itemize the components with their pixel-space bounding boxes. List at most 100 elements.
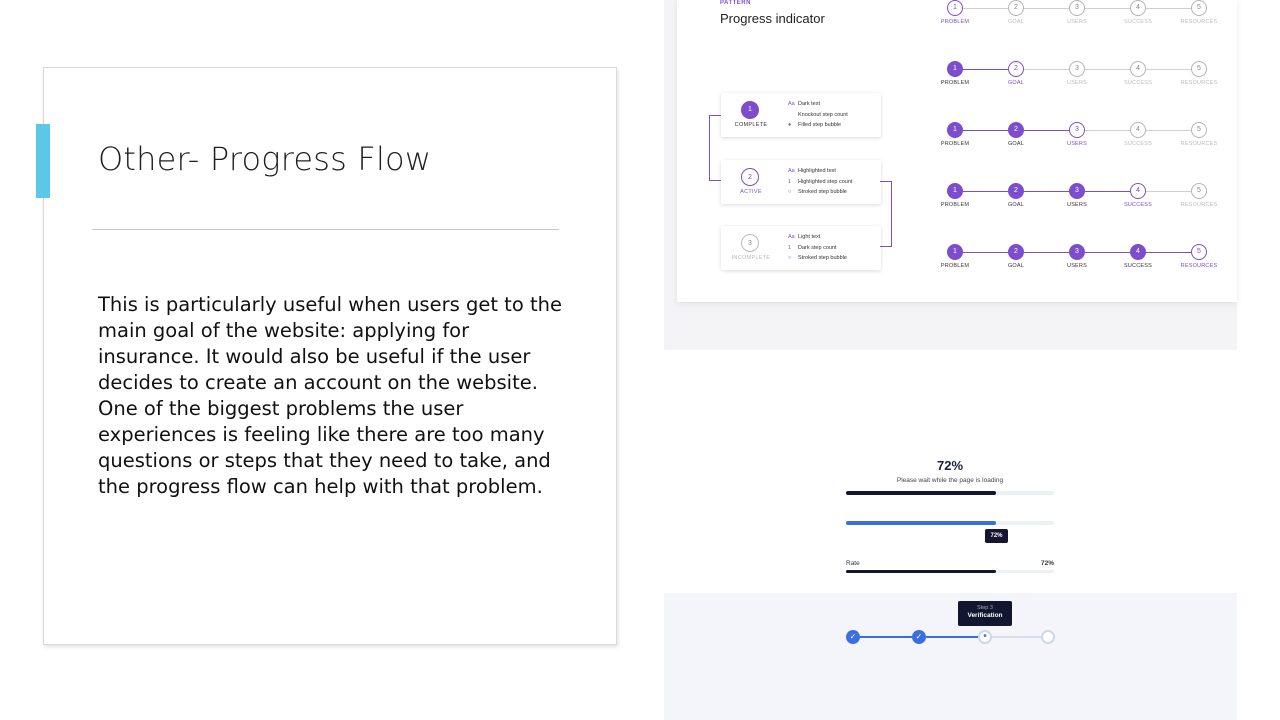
legend-marker: ○ <box>788 189 792 195</box>
legend-complete: 1 COMPLETE Aa Dark text Knockout step count ●… <box>721 93 881 137</box>
step-label: SUCCESS <box>1124 80 1152 86</box>
legend-step-bubble: 3 <box>741 234 759 252</box>
step-label: PROBLEM <box>940 202 970 208</box>
step-resources: 5 RESOURCES <box>1179 183 1219 208</box>
accent-bar <box>36 124 50 198</box>
step-resources: 5 RESOURCES <box>1179 122 1219 147</box>
step-users: 3 USERS <box>1057 122 1097 147</box>
step-label: GOAL <box>1007 202 1025 208</box>
step-bubble: 3 <box>1069 183 1085 199</box>
step-resources: 5 RESOURCES <box>1179 61 1219 86</box>
step-label: PROBLEM <box>940 263 970 269</box>
step-bubble: 3 <box>1069 61 1085 77</box>
legend-state-label: INCOMPLETE <box>731 255 771 261</box>
rate-bar <box>846 570 1054 573</box>
step-label: SUCCESS <box>1124 19 1152 25</box>
legend-line: ○ Stroked step bubble <box>788 255 847 261</box>
step-label: GOAL <box>1007 141 1025 147</box>
step-label: RESOURCES <box>1180 263 1218 269</box>
legend-step-bubble: 2 <box>741 168 759 186</box>
step-success: 4 SUCCESS <box>1118 61 1158 86</box>
legend-line: Aa Light text <box>788 234 820 240</box>
legend-line: ○ Stroked step bubble <box>788 189 847 195</box>
step-bubble: 3 <box>1069 244 1085 260</box>
step-bubble: 5 <box>1191 244 1207 260</box>
progress-tooltip: 72% <box>985 529 1008 543</box>
loading-percent: 72% <box>936 458 964 473</box>
step-bubble: 4 <box>1130 122 1146 138</box>
step-goal: 2 GOAL <box>996 61 1036 86</box>
step-bubble: 5 <box>1191 0 1207 16</box>
legend-state-label: COMPLETE <box>734 122 768 128</box>
current-step-dot-icon: • <box>978 630 992 644</box>
step-problem: 1 PROBLEM <box>935 183 975 208</box>
step-bubble: 4 <box>1130 61 1146 77</box>
step-goal: 2 GOAL <box>996 183 1036 208</box>
step-label: USERS <box>1067 80 1087 86</box>
step-success: 4 SUCCESS <box>1118 122 1158 147</box>
legend-text: Knockout step count <box>798 111 848 118</box>
step-label: SUCCESS <box>1124 202 1152 208</box>
step-bubble: 3 <box>1069 0 1085 16</box>
step-bubble: 1 <box>947 244 963 260</box>
step-label: GOAL <box>1007 80 1025 86</box>
legend-line: 1 Dark step count <box>788 245 837 251</box>
step-tooltip-step: Step 3 <box>977 605 993 611</box>
step-problem: 1 PROBLEM <box>935 0 975 25</box>
step-goal: 2 GOAL <box>996 244 1036 269</box>
step-problem: 1 PROBLEM <box>935 244 975 269</box>
step-label: PROBLEM <box>940 141 970 147</box>
step-label: RESOURCES <box>1180 202 1218 208</box>
progress-row-5: 1 PROBLEM 2 GOAL 3 USERS 4 SUCCESS 5 RESOURCES <box>935 244 1225 274</box>
step-label: PROBLEM <box>940 19 970 25</box>
step-users: 3 USERS <box>1057 0 1097 25</box>
progress-row-3: 1 PROBLEM 2 GOAL 3 USERS 4 SUCCESS 5 RESOURCES <box>935 122 1225 152</box>
rate-label: Rate <box>846 560 860 567</box>
legend-text: Stroked step bubble <box>798 255 847 261</box>
legend-text: Dark step count <box>798 244 837 251</box>
progress-row-2: 1 PROBLEM 2 GOAL 3 USERS 4 SUCCESS 5 RESOURCES <box>935 61 1225 91</box>
step-label: USERS <box>1067 263 1087 269</box>
step-bubble: 5 <box>1191 61 1207 77</box>
step-success: 4 SUCCESS <box>1118 183 1158 208</box>
step-bubble: 2 <box>1008 244 1024 260</box>
step-label: GOAL <box>1007 19 1025 25</box>
pattern-eyebrow: PATTERN <box>720 0 751 6</box>
step-bubble: 2 <box>1008 122 1024 138</box>
step-bubble: 2 <box>1008 61 1024 77</box>
step-bubble: 5 <box>1191 183 1207 199</box>
legend-connector <box>880 181 892 247</box>
legend-text: Dark text <box>798 101 821 107</box>
slide-title: Other- Progress Flow <box>98 140 432 178</box>
legend-marker: ● <box>788 122 792 128</box>
loading-subtitle: Please wait while the page is loading <box>896 477 1004 484</box>
step-bubble: 3 <box>1069 122 1085 138</box>
legend-incomplete: 3 INCOMPLETE Aa Light text 1 Dark step count ○… <box>721 226 881 270</box>
legend-line: Aa Dark text <box>788 101 820 107</box>
step-tooltip: Step 3 Verification <box>958 601 1012 626</box>
step-bubble: 1 <box>947 61 963 77</box>
step-bubble: 5 <box>1191 122 1207 138</box>
check-icon: ✓ <box>846 630 860 644</box>
progress-bar-blue-fill <box>846 521 996 525</box>
step-problem: 1 PROBLEM <box>935 61 975 86</box>
rate-value: 72% <box>1040 560 1054 567</box>
step-bubble: 1 <box>947 122 963 138</box>
progress-bar-blue <box>846 521 1054 525</box>
step-bubble: 2 <box>1008 183 1024 199</box>
step-label: PROBLEM <box>940 80 970 86</box>
step-label: RESOURCES <box>1180 80 1218 86</box>
stepper-connector <box>992 636 1041 638</box>
legend-line: ● Filled step bubble <box>788 122 841 128</box>
step-users: 3 USERS <box>1057 244 1097 269</box>
pending-step-circle-icon <box>1041 630 1055 644</box>
step-goal: 2 GOAL <box>996 0 1036 25</box>
legend-line: Knockout step count <box>788 112 848 118</box>
slide-body-text: This is particularly useful when users g… <box>98 293 562 498</box>
stepper-connector <box>926 636 978 638</box>
step-users: 3 USERS <box>1057 61 1097 86</box>
slide: Other- Progress Flow This is particularl… <box>0 0 1280 720</box>
legend-marker: Aa <box>788 234 795 240</box>
step-bubble: 4 <box>1130 244 1146 260</box>
step-resources: 5 RESOURCES <box>1179 244 1219 269</box>
